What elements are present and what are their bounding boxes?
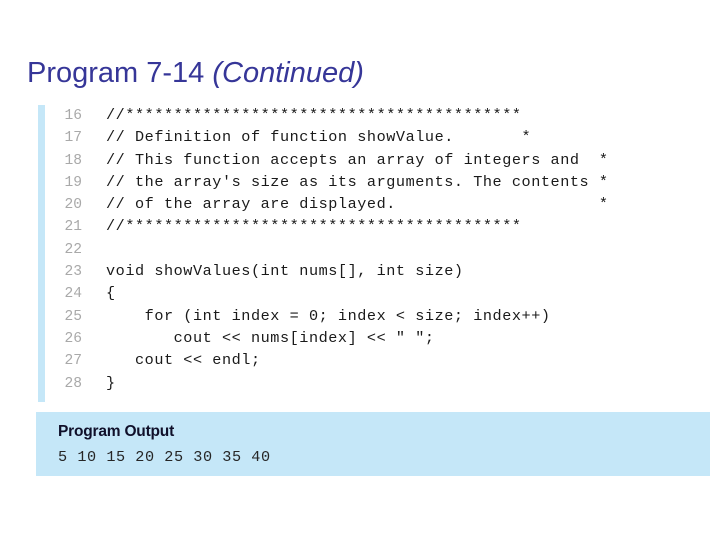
code-line-number: 26 (64, 330, 82, 347)
code-line: 25 for (int index = 0; index < size; ind… (36, 305, 710, 327)
code-line-number: 19 (64, 174, 82, 191)
code-line-text: void showValues(int nums[], int size) (106, 262, 464, 281)
code-line: 17 // Definition of function showValue. * (36, 126, 710, 148)
code-lines: 16 //************************************… (36, 104, 710, 394)
code-line-text: // of the array are displayed. * (106, 195, 609, 214)
program-output-text: 5 10 15 20 25 30 35 40 (58, 448, 271, 466)
code-line: 22 (36, 238, 710, 260)
code-line-text: cout << nums[index] << " "; (106, 328, 435, 347)
code-line-number: 25 (64, 308, 82, 325)
code-line-number: 20 (64, 197, 82, 214)
code-line: 16 //************************************… (36, 104, 710, 126)
code-line: 18 // This function accepts an array of i… (36, 149, 710, 171)
code-line-text: for (int index = 0; index < size; index+… (106, 306, 551, 325)
code-line-text: //**************************************… (106, 106, 522, 124)
code-line: 24 { (36, 282, 710, 304)
page-title-continued: (Continued) (212, 57, 364, 89)
code-line: 19 // the array's size as its arguments. … (36, 171, 710, 193)
code-line-text: //**************************************… (106, 217, 522, 236)
code-line-text: // This function accepts an array of int… (106, 150, 609, 169)
page-title: Program 7-14 (Continued) (27, 55, 364, 91)
code-line: 26 cout << nums[index] << " "; (36, 327, 710, 349)
code-line: 28} (36, 372, 710, 394)
code-line-text: // Definition of function showValue. * (106, 128, 532, 147)
code-line-number: 21 (64, 219, 82, 236)
code-line: 21 //************************************… (36, 215, 710, 237)
page-title-main: Program 7-14 (27, 57, 213, 89)
code-line-number: 22 (64, 241, 82, 258)
program-output-heading: Program Output (58, 423, 175, 440)
code-line-number: 24 (64, 286, 82, 303)
program-output-panel: Program Output 5 10 15 20 25 30 35 40 (36, 412, 710, 476)
slide: Program 7-14 (Continued) 16 //***********… (0, 0, 720, 540)
code-line-number: 17 (64, 130, 82, 147)
code-line-text: } (106, 373, 116, 392)
code-line-text: // the array's size as its arguments. Th… (106, 172, 609, 191)
code-line-number: 27 (64, 353, 82, 370)
code-line: 27 cout << endl; (36, 349, 710, 371)
program-figure: 16 //************************************… (36, 104, 710, 476)
code-line-number: 23 (64, 264, 82, 281)
code-line-number: 28 (64, 375, 82, 392)
code-listing-panel: 16 //************************************… (36, 104, 710, 402)
code-line: 20 // of the array are displayed. * (36, 193, 710, 215)
code-line: 23 void showValues(int nums[], int size) (36, 260, 710, 282)
code-line-text: cout << endl; (106, 351, 261, 370)
code-line-text: { (106, 284, 116, 303)
code-line-number: 16 (64, 108, 82, 124)
code-line-number: 18 (64, 152, 82, 169)
